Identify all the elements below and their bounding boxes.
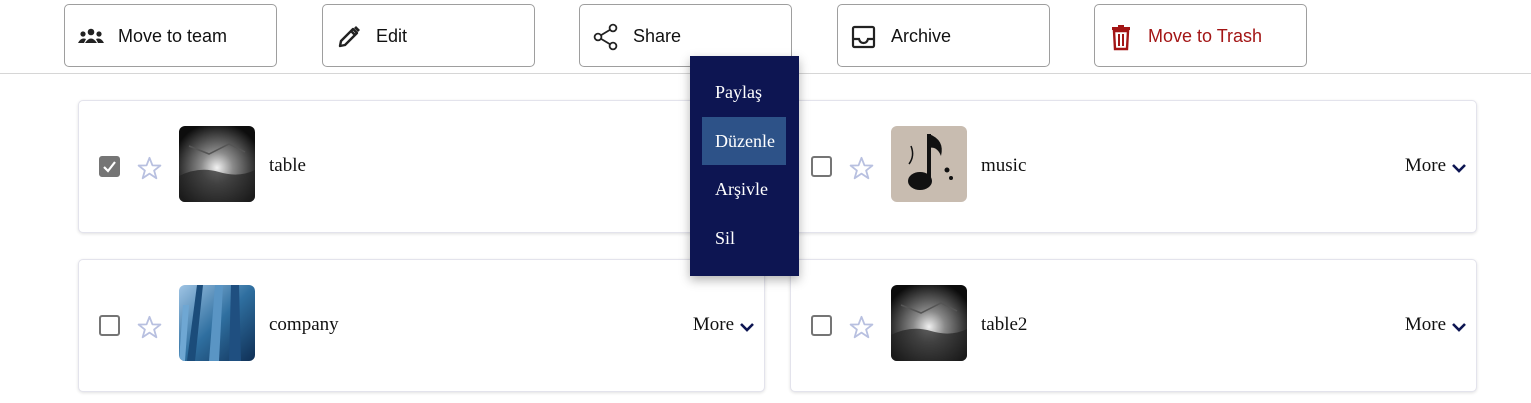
share-icon <box>593 23 618 51</box>
more-label: More <box>1404 155 1446 176</box>
chevron-down-icon <box>1452 164 1466 173</box>
move-to-team-label: Move to team <box>118 26 228 46</box>
archive-label: Archive <box>891 26 952 46</box>
file-card[interactable]: music More <box>790 100 1477 233</box>
archive-button[interactable]: Archive <box>837 4 1050 67</box>
menu-item-paylas[interactable]: Paylaş <box>702 68 786 116</box>
menu-item-sil[interactable]: Sil <box>702 214 786 262</box>
move-to-trash-label: Move to Trash <box>1148 26 1263 46</box>
move-to-team-button[interactable]: Move to team <box>64 4 277 67</box>
more-menu-button[interactable]: More <box>693 313 756 337</box>
file-thumbnail <box>179 285 255 361</box>
file-name: company <box>269 314 339 335</box>
star-outline-icon[interactable] <box>848 314 875 341</box>
more-menu-button[interactable]: More <box>1405 313 1468 337</box>
edit-label: Edit <box>376 26 408 46</box>
inbox-icon <box>851 25 876 49</box>
team-icon <box>78 28 104 43</box>
select-checkbox[interactable] <box>811 315 832 336</box>
more-label: More <box>692 314 734 335</box>
file-name: table2 <box>981 314 1028 335</box>
more-label: More <box>1404 314 1446 335</box>
menu-item-arsivle[interactable]: Arşivle <box>702 165 786 213</box>
edit-button[interactable]: Edit <box>322 4 535 67</box>
select-checkbox[interactable] <box>811 156 832 177</box>
file-name: music <box>981 155 1027 176</box>
star-outline-icon[interactable] <box>136 155 163 182</box>
star-outline-icon[interactable] <box>848 155 875 182</box>
more-dropdown-menu: Paylaş Düzenle Arşivle Sil <box>690 56 799 276</box>
menu-item-duzenle[interactable]: Düzenle <box>702 117 786 165</box>
file-card[interactable]: table2 More <box>790 259 1477 392</box>
move-to-trash-button[interactable]: Move to Trash <box>1094 4 1307 67</box>
pencil-icon <box>338 26 360 48</box>
trash-icon <box>1112 25 1130 51</box>
file-thumbnail <box>179 126 255 202</box>
select-checkbox[interactable] <box>99 156 120 177</box>
file-name: table <box>269 155 306 176</box>
share-label: Share <box>633 26 682 46</box>
check-icon <box>103 161 116 173</box>
file-card[interactable]: company More <box>78 259 765 392</box>
more-menu-button[interactable]: More <box>1405 154 1468 178</box>
file-thumbnail <box>891 126 967 202</box>
file-card[interactable]: table <box>78 100 765 233</box>
file-thumbnail <box>891 285 967 361</box>
chevron-down-icon <box>740 323 754 332</box>
star-outline-icon[interactable] <box>136 314 163 341</box>
select-checkbox[interactable] <box>99 315 120 336</box>
chevron-down-icon <box>1452 323 1466 332</box>
